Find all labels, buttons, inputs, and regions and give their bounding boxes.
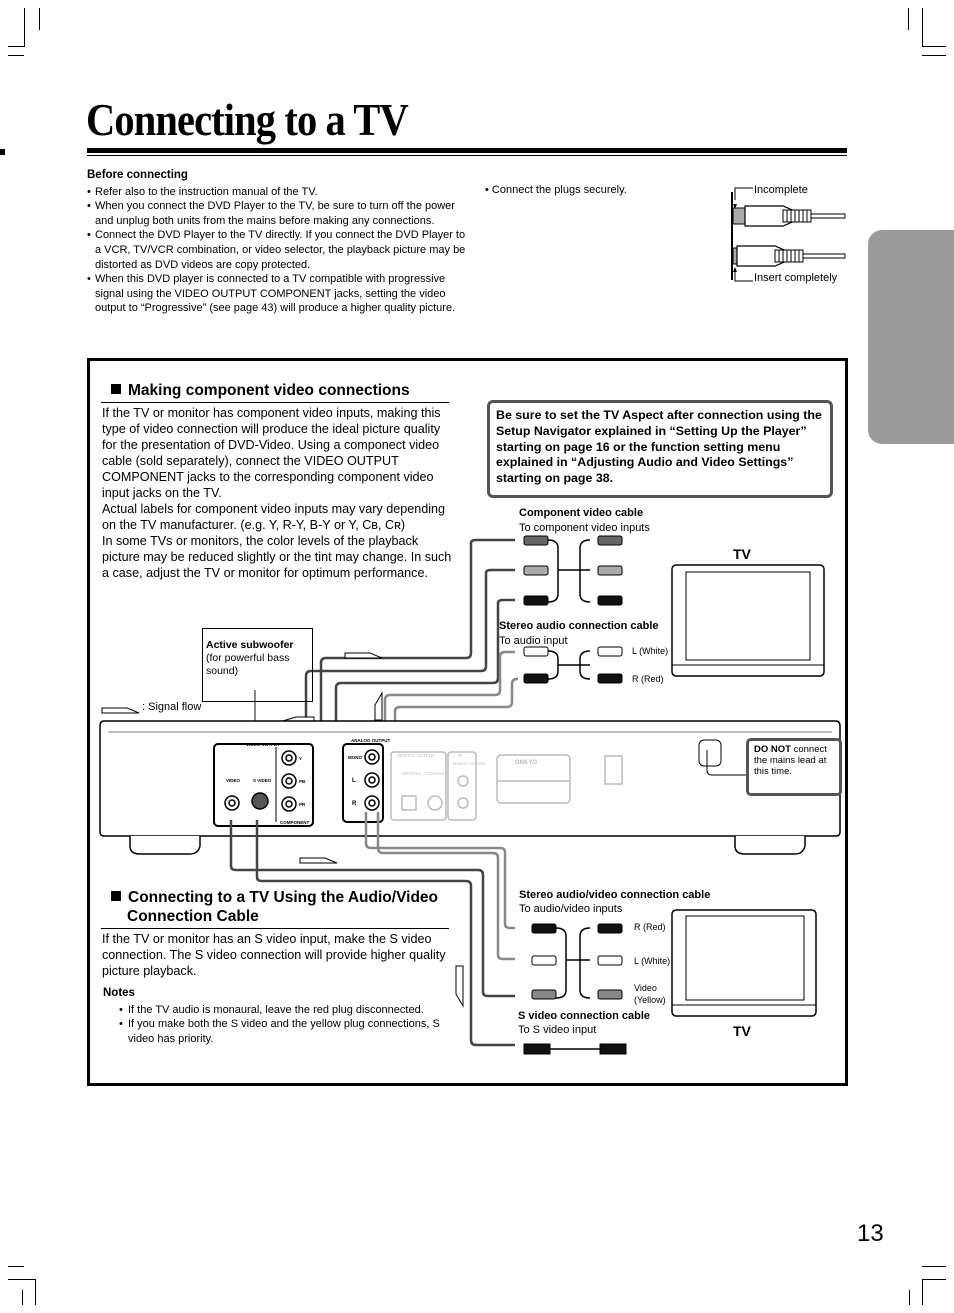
l-white-label: L (White) bbox=[634, 956, 671, 966]
signal-flow-arrow-icon bbox=[374, 691, 383, 721]
jack-core bbox=[368, 776, 376, 784]
notes-heading: Notes bbox=[103, 987, 135, 999]
plug-red bbox=[531, 923, 557, 934]
active-subwoofer-box: Active subwoofer (for powerful bass soun… bbox=[202, 628, 313, 702]
av-paragraph: If the TV or monitor has an S video inpu… bbox=[102, 932, 446, 978]
l-white-label: L (White) bbox=[632, 646, 669, 656]
label-analog-output: ANALOG OUTPUT bbox=[351, 738, 390, 743]
av-section-heading: Connecting to a TV Using the Audio/Video… bbox=[111, 888, 438, 926]
label-coaxial: COAXIAL bbox=[426, 771, 446, 776]
signal-flow-legend: : Signal flow bbox=[142, 701, 202, 713]
signal-flow-arrow-icon bbox=[299, 857, 338, 864]
s-video-plug bbox=[599, 1043, 627, 1055]
player-chassis bbox=[99, 720, 841, 837]
label-video-output: VIDEO OUTPUT bbox=[246, 742, 280, 747]
plug-blue bbox=[597, 565, 623, 576]
svideo-cable-subtitle: To S video input bbox=[518, 1024, 597, 1036]
label-pr: PR bbox=[299, 802, 306, 807]
player-foot bbox=[129, 836, 201, 855]
signal-flow-legend-icon bbox=[101, 707, 140, 714]
label-optical: OPTICAL bbox=[402, 771, 422, 776]
heading-text: Connecting to a TV Using the Audio/Video bbox=[128, 889, 438, 906]
tv-label: TV bbox=[733, 546, 751, 562]
plug-red bbox=[523, 673, 549, 684]
subwoofer-subtitle: (for powerful bass sound) bbox=[206, 652, 290, 677]
plug-green bbox=[523, 535, 549, 546]
av-cable-title: Stereo audio/video connection cable bbox=[519, 889, 711, 901]
list-item: If the TV audio is monaural, leave the r… bbox=[119, 1003, 453, 1018]
tv-bottom-illustration bbox=[671, 909, 817, 1017]
jack-core bbox=[368, 799, 376, 807]
player-foot bbox=[734, 836, 806, 855]
label-remote-control: REMOTE CONTROL bbox=[453, 762, 486, 766]
jack-s-video bbox=[251, 792, 269, 810]
plug-blue bbox=[523, 565, 549, 576]
plug-yellow bbox=[531, 989, 557, 1000]
plug-white bbox=[523, 646, 549, 657]
jack-core bbox=[285, 800, 293, 808]
page-number: 13 bbox=[857, 1220, 884, 1247]
stereo-cable-title: Stereo audio connection cable bbox=[499, 620, 659, 632]
label-r: R bbox=[352, 801, 357, 807]
tv-top-illustration bbox=[671, 564, 825, 677]
label-ri: RI bbox=[458, 753, 463, 758]
cable-bundle bbox=[547, 650, 591, 680]
analog-jacks bbox=[364, 749, 380, 811]
jack-core bbox=[285, 777, 293, 785]
svideo-cable-title: S video connection cable bbox=[518, 1010, 651, 1022]
component-cable-plugs bbox=[523, 535, 623, 606]
tv-screen bbox=[685, 571, 811, 661]
component-cable-subtitle: To component video inputs bbox=[519, 522, 650, 534]
component-cable-title: Component video cable bbox=[519, 507, 644, 519]
plug-red bbox=[597, 923, 623, 934]
label-digital-output: DIGITAL OUTPUT bbox=[398, 753, 435, 758]
video-yellow-label: Video (Yellow) bbox=[634, 983, 666, 1005]
do-not-connect-warning: DO NOT connect the mains lead at this ti… bbox=[746, 738, 842, 796]
av-cable-subtitle: To audio/video inputs bbox=[519, 903, 623, 915]
label-s-video: S VIDEO bbox=[253, 778, 272, 783]
heading-text-line2: Connection Cable bbox=[127, 908, 259, 925]
r-red-label: R (Red) bbox=[632, 674, 664, 684]
cable-bundle bbox=[555, 927, 591, 999]
plug-red bbox=[597, 595, 623, 606]
label-l: L bbox=[352, 778, 356, 784]
signal-flow-arrow-icon bbox=[455, 965, 464, 1008]
notes-list: If the TV audio is monaural, leave the r… bbox=[103, 1003, 453, 1047]
tv-label: TV bbox=[733, 1023, 751, 1039]
list-item: If you make both the S video and the yel… bbox=[119, 1017, 453, 1046]
plug-green bbox=[597, 535, 623, 546]
jack-core bbox=[285, 754, 293, 762]
plug-yellow bbox=[597, 989, 623, 1000]
cable-bundle bbox=[547, 539, 591, 603]
plug-red bbox=[523, 595, 549, 606]
jack-core bbox=[368, 753, 376, 761]
tv-screen bbox=[685, 915, 805, 1001]
brand-logo: ONKYO bbox=[515, 760, 537, 766]
dvd-player-rear bbox=[99, 720, 841, 855]
label-video: VIDEO bbox=[226, 778, 241, 783]
plug-red bbox=[597, 673, 623, 684]
plug-white bbox=[597, 955, 623, 966]
power-inlet-icon bbox=[698, 739, 722, 767]
signal-flow-arrow-icon bbox=[344, 652, 383, 659]
connection-diagram: VIDEO OUTPUT VIDEO S VIDEO COMPONENT Y P… bbox=[99, 535, 841, 1055]
plug-white bbox=[531, 955, 557, 966]
plug-white bbox=[597, 646, 623, 657]
r-red-label: R (Red) bbox=[634, 922, 666, 932]
label-y: Y bbox=[299, 756, 302, 761]
s-video-plug bbox=[523, 1043, 551, 1055]
heading-rule bbox=[101, 928, 449, 929]
label-pb: PB bbox=[299, 779, 306, 784]
subwoofer-title: Active subwoofer bbox=[206, 639, 294, 651]
label-mono: MONO bbox=[348, 755, 362, 760]
stereo-cable-plugs bbox=[523, 646, 623, 684]
notes: Notes If the TV audio is monaural, leave… bbox=[103, 986, 453, 1046]
stereo-cable-subtitle: To audio input bbox=[499, 635, 568, 647]
square-bullet-icon bbox=[111, 891, 121, 901]
label-component: COMPONENT bbox=[280, 820, 310, 825]
jack-core bbox=[228, 799, 236, 807]
